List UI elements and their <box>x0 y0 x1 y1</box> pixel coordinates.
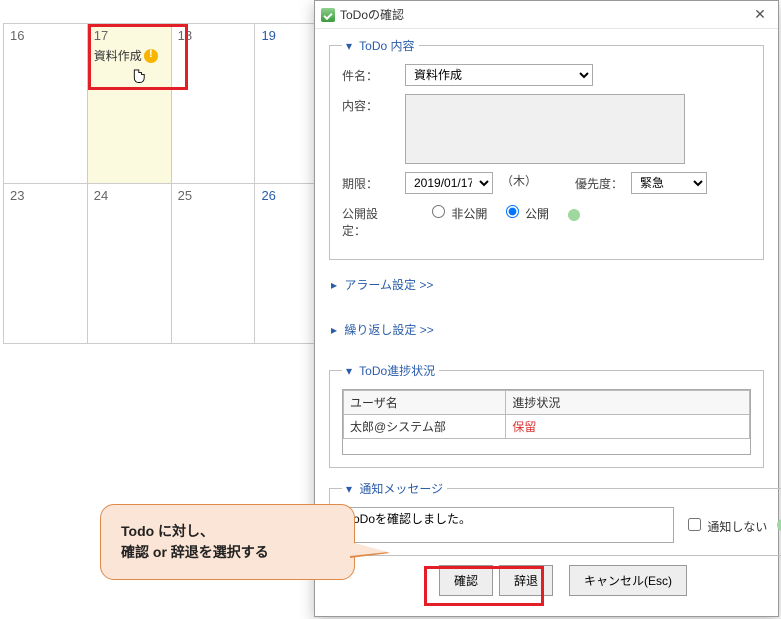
todo-confirm-dialog: ToDoの確認 ✕ ▾ ToDo 内容 件名： 資料作成 内容： 期限： <box>314 0 779 617</box>
dialog-title: ToDoの確認 <box>340 6 404 23</box>
calendar-event[interactable]: 資料作成 <box>94 47 165 64</box>
progress-table: ユーザ名 進捗状況 太郎@システム部 保留 <box>343 390 750 439</box>
calendar-cell[interactable]: 25 <box>171 184 255 344</box>
warning-icon <box>144 49 158 63</box>
confirm-button[interactable]: 確認 <box>439 565 493 596</box>
no-notify-checkbox[interactable]: 通知しない <box>684 515 767 535</box>
deadline-dow: （木） <box>501 172 537 189</box>
deadline-label: 期限： <box>342 172 397 192</box>
calendar-cell[interactable]: 18 <box>171 24 255 184</box>
section-legend-notify[interactable]: ▾ 通知メッセージ <box>342 480 447 497</box>
radio-private[interactable]: 非公開 <box>427 207 487 221</box>
body-label: 内容： <box>342 94 397 114</box>
progress-status-cell: 保留 <box>506 415 750 439</box>
progress-header-status: 進捗状況 <box>506 391 750 415</box>
calendar-cell[interactable]: 16 <box>4 24 88 184</box>
expand-triangle-icon: ▸ <box>331 323 337 337</box>
progress-user-cell: 太郎@システム部 <box>344 415 506 439</box>
collapse-triangle-icon: ▾ <box>346 364 352 378</box>
todo-progress-section: ▾ ToDo進捗状況 ユーザ名 進捗状況 太郎@システム部 保留 <box>329 362 764 468</box>
close-button[interactable]: ✕ <box>748 5 772 25</box>
todo-content-section: ▾ ToDo 内容 件名： 資料作成 内容： 期限： 2019/01/17 （木… <box>329 37 764 260</box>
info-icon[interactable] <box>777 519 781 531</box>
check-icon <box>321 8 335 22</box>
callout-line: 確認 or 辞退を選択する <box>121 542 334 563</box>
annotation-callout: Todo に対し、 確認 or 辞退を選択する <box>100 504 355 580</box>
table-row: 太郎@システム部 保留 <box>344 415 750 439</box>
dialog-titlebar[interactable]: ToDoの確認 ✕ <box>315 1 778 29</box>
calendar-cell[interactable]: 24 <box>87 184 171 344</box>
priority-label: 優先度： <box>575 172 623 192</box>
section-legend-progress[interactable]: ▾ ToDo進捗状況 <box>342 362 439 379</box>
calendar-cell-selected[interactable]: 17 資料作成 <box>87 24 171 184</box>
decline-button[interactable]: 辞退 <box>499 565 553 596</box>
info-icon[interactable] <box>568 209 580 221</box>
calendar-cell[interactable]: 23 <box>4 184 88 344</box>
subject-select[interactable]: 資料作成 <box>405 64 593 86</box>
cancel-button[interactable]: キャンセル(Esc) <box>569 565 687 596</box>
deadline-select[interactable]: 2019/01/17 <box>405 172 493 194</box>
event-label: 資料作成 <box>94 47 142 64</box>
priority-select[interactable]: 緊急 <box>631 172 707 194</box>
section-legend-content[interactable]: ▾ ToDo 内容 <box>342 37 419 54</box>
publish-label: 公開設定： <box>342 202 397 239</box>
expand-triangle-icon: ▸ <box>331 278 337 292</box>
notify-message-textarea[interactable] <box>342 507 674 543</box>
callout-line: Todo に対し、 <box>121 521 334 542</box>
progress-table-container[interactable]: ユーザ名 進捗状況 太郎@システム部 保留 <box>342 389 751 455</box>
collapse-triangle-icon: ▾ <box>346 482 352 496</box>
repeat-settings-link[interactable]: ▸ 繰り返し設定 >> <box>329 317 764 342</box>
notify-message-section: ▾ 通知メッセージ 通知しない <box>329 480 781 556</box>
alarm-settings-link[interactable]: ▸ アラーム設定 >> <box>329 272 764 297</box>
subject-label: 件名： <box>342 64 397 84</box>
body-textarea[interactable] <box>405 94 685 164</box>
radio-public[interactable]: 公開 <box>501 207 549 221</box>
collapse-triangle-icon: ▾ <box>346 39 352 53</box>
progress-header-user: ユーザ名 <box>344 391 506 415</box>
